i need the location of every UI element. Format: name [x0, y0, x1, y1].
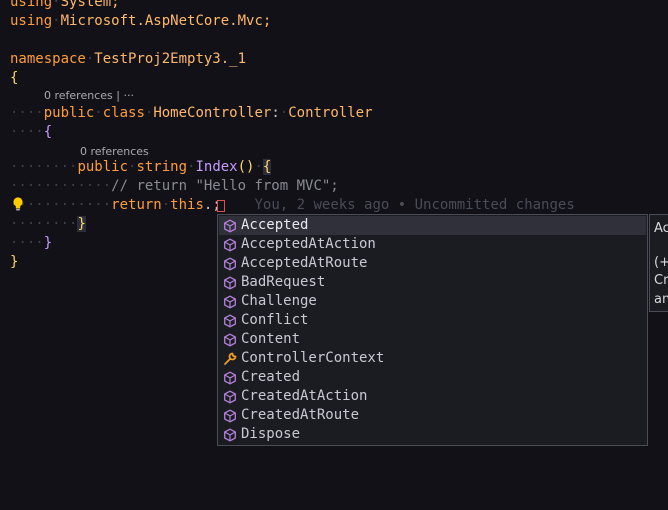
suggestion-item[interactable]: AcceptedAtRoute	[219, 254, 646, 273]
cube-icon	[219, 295, 241, 309]
suggestion-label: Created	[241, 369, 301, 385]
wrench-icon	[219, 352, 241, 366]
method-name: Index	[195, 159, 238, 175]
suggestion-label: Accepted	[241, 217, 309, 233]
colon: :	[271, 105, 280, 121]
brace: }	[43, 235, 53, 251]
suggestion-label: AcceptedAtAction	[241, 236, 376, 252]
code-line-class: ····public·class·HomeController:·Control…	[10, 105, 373, 121]
code-line-method-close: ········}	[10, 216, 86, 232]
cube-icon	[219, 371, 241, 385]
cube-icon	[219, 257, 241, 271]
keyword: using	[10, 0, 53, 10]
code-line-namespace: namespace·TestProj2Empty3._1	[10, 51, 247, 67]
suggestion-item[interactable]: Accepted	[219, 216, 646, 235]
suggestion-item[interactable]: ControllerContext	[219, 349, 646, 368]
parens: ()	[237, 159, 255, 175]
suggestion-label: CreatedAtAction	[241, 388, 368, 404]
cube-icon	[219, 276, 241, 290]
keyword: using	[10, 13, 53, 29]
detail-description-2: an	[654, 292, 668, 307]
suggestion-label: Content	[241, 331, 301, 347]
suggestion-item[interactable]: CreatedAtAction	[219, 387, 646, 406]
suggestion-widget[interactable]: Accepted AcceptedAtAction AcceptedAtRoute B…	[217, 214, 648, 446]
code-line-method: ········public·string·Index()·{	[10, 159, 272, 175]
lightbulb-icon[interactable]	[11, 196, 25, 212]
git-blame-annotation: You, 2 weeks ago • Uncommitted changes	[254, 197, 575, 213]
suggestion-label: Challenge	[241, 293, 317, 309]
detail-description: Cr	[654, 273, 668, 288]
comment: // return "Hello from MVC";	[111, 178, 339, 194]
suggestion-item[interactable]: Created	[219, 368, 646, 387]
namespace-name: TestProj2Empty3._1	[94, 51, 247, 67]
code-line-return: ············return·this.; You, 2 weeks a…	[10, 197, 575, 213]
suggestion-label: Conflict	[241, 312, 309, 328]
suggestion-item[interactable]: Conflict	[219, 311, 646, 330]
brace: {	[43, 124, 53, 140]
keyword: return	[111, 197, 162, 213]
suggestion-detail-panel: Ac (+ Cr an	[649, 214, 668, 312]
base-class: Controller	[288, 105, 373, 121]
code-line-class-close: ····}	[10, 235, 53, 251]
suggestion-label: AcceptedAtRoute	[241, 255, 368, 271]
namespace-ref: Microsoft.AspNetCore.Mvc;	[60, 13, 272, 29]
keyword: string	[136, 159, 188, 175]
detail-signature: (+	[654, 255, 668, 270]
keyword: public	[43, 105, 95, 121]
suggestion-item[interactable]: Challenge	[219, 292, 646, 311]
suggestion-label: Dispose	[241, 426, 301, 442]
cursor-error-marker	[217, 200, 225, 212]
cube-icon	[219, 390, 241, 404]
cube-icon	[219, 409, 241, 423]
brace: }	[10, 254, 19, 270]
brace: {	[10, 70, 19, 86]
brace: {	[262, 159, 272, 175]
suggestion-label: ControllerContext	[241, 350, 385, 366]
cube-icon	[219, 314, 241, 328]
keyword: class	[102, 105, 145, 121]
code-line-namespace-close: }	[10, 253, 18, 272]
cube-icon	[219, 428, 241, 442]
code-line-open-brace: {	[10, 69, 18, 88]
codelens-method-references[interactable]: 0 references	[80, 144, 149, 159]
brace: }	[77, 216, 86, 232]
namespace-ref: System;	[60, 0, 120, 10]
cube-icon	[219, 333, 241, 347]
suggestion-item[interactable]: AcceptedAtAction	[219, 235, 646, 254]
code-line-comment: ············// return "Hello from MVC";	[10, 178, 339, 194]
suggestion-item[interactable]: Dispose	[219, 425, 646, 444]
code-line-using-system: using·System;	[10, 0, 120, 12]
cube-icon	[219, 238, 241, 252]
suggestion-item[interactable]: BadRequest	[219, 273, 646, 292]
keyword: this	[170, 197, 204, 213]
cube-icon	[219, 219, 241, 233]
class-name: HomeController	[153, 105, 272, 121]
code-line-class-open: ····{	[10, 124, 53, 140]
suggestion-label: CreatedAtRoute	[241, 407, 360, 423]
suggestion-label: BadRequest	[241, 274, 326, 290]
keyword: namespace	[10, 51, 86, 67]
suggestion-item[interactable]: Content	[219, 330, 646, 349]
code-line-using-mvc: using·Microsoft.AspNetCore.Mvc;	[10, 13, 272, 29]
codelens-references[interactable]: 0 references | ···	[44, 88, 134, 103]
suggestion-item[interactable]: CreatedAtRoute	[219, 406, 646, 425]
keyword: public	[77, 159, 129, 175]
detail-title: Ac	[654, 221, 668, 236]
